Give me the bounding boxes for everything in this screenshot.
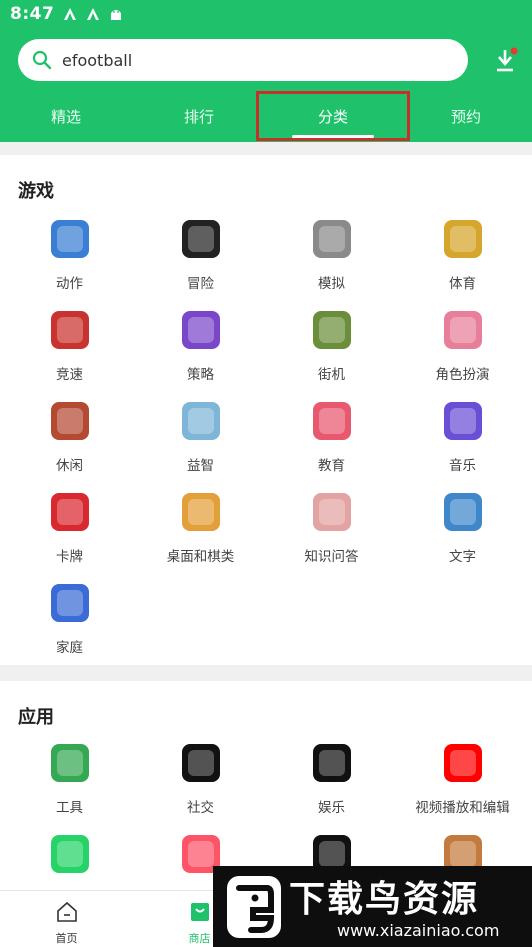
status-bar: 8:47 [10, 2, 123, 26]
minecraft-icon [312, 311, 351, 349]
search-bar[interactable]: efootball [18, 39, 468, 81]
watermark-url: www.xiazainiao.com [337, 921, 500, 940]
category-label: 社交 [187, 800, 214, 816]
nav-home[interactable]: 首页 [0, 891, 133, 946]
category-label: 竞速 [56, 367, 83, 383]
category-item[interactable]: 冒险 [134, 220, 267, 292]
piano-tiles-icon [443, 402, 482, 440]
category-item[interactable]: 桌面和棋类 [134, 493, 267, 565]
category-item[interactable]: 知识问答 [265, 493, 398, 565]
street-racing-icon [50, 311, 89, 349]
hello-kitty-icon [312, 402, 351, 440]
category-item[interactable]: 音乐 [396, 402, 529, 474]
category-label: 音乐 [449, 458, 476, 474]
store-bag-icon [190, 903, 209, 921]
category-label: 体育 [449, 276, 476, 292]
netflix-icon [312, 744, 351, 782]
search-input[interactable]: efootball [62, 51, 132, 70]
android-icon [111, 10, 122, 20]
play-store-icon [50, 744, 89, 782]
youtube-icon [443, 744, 482, 782]
category-item[interactable]: 益智 [134, 402, 267, 474]
word-game-icon [443, 493, 482, 531]
home-icon [56, 901, 77, 922]
status-time: 8:47 [10, 4, 55, 24]
category-label: 教育 [318, 458, 345, 474]
category-label: 动作 [56, 276, 83, 292]
category-item[interactable]: 卡牌 [3, 493, 136, 565]
category-item[interactable]: 家庭 [3, 584, 136, 656]
category-item[interactable]: 视频播放和编辑 [396, 744, 529, 816]
download-icon[interactable] [494, 46, 520, 74]
category-item[interactable]: 体育 [396, 220, 529, 292]
category-label: 角色扮演 [435, 367, 490, 383]
category-label: 益智 [187, 458, 214, 474]
bird-logo-icon [227, 876, 281, 938]
category-item[interactable]: 街机 [265, 311, 398, 383]
category-item[interactable]: 教育 [265, 402, 398, 474]
uno-icon [50, 493, 89, 531]
category-label: 模拟 [318, 276, 345, 292]
category-label: 视频播放和编辑 [415, 800, 510, 816]
tab-featured[interactable]: 精选 [16, 92, 116, 142]
category-item[interactable]: 娱乐 [265, 744, 398, 816]
highlight-box [256, 91, 410, 141]
ludo-icon [181, 493, 220, 531]
category-label: 休闲 [56, 458, 83, 474]
category-label: 桌面和棋类 [166, 549, 235, 565]
tiktok-icon [181, 744, 220, 782]
stickman-icon [181, 402, 220, 440]
category-label: 策略 [187, 367, 214, 383]
category-label: 冒险 [187, 276, 214, 292]
search-icon [32, 50, 52, 70]
category-label: 文字 [449, 549, 476, 565]
category-item[interactable]: 策略 [134, 311, 267, 383]
brain-icon [312, 493, 351, 531]
football-player-icon [443, 220, 482, 258]
racing-car-icon [50, 220, 89, 258]
anime-character-icon [181, 311, 220, 349]
apps-section-title: 应用 [18, 707, 54, 728]
sonic-icon [50, 584, 89, 622]
category-label: 知识问答 [304, 549, 359, 565]
notification-a-icon [64, 8, 77, 20]
category-item[interactable]: 休闲 [3, 402, 136, 474]
category-item[interactable]: 动作 [3, 220, 136, 292]
category-label: 家庭 [56, 640, 83, 656]
category-item[interactable]: 社交 [134, 744, 267, 816]
roblox-icon [181, 220, 220, 258]
category-item[interactable]: 工具 [3, 744, 136, 816]
tab-reservations[interactable]: 预约 [416, 92, 516, 142]
watermark-title: 下载鸟资源 [289, 879, 480, 920]
category-label: 工具 [56, 800, 83, 816]
tab-ranking[interactable]: 排行 [149, 92, 249, 142]
category-label: 街机 [318, 367, 345, 383]
games-section-title: 游戏 [18, 181, 54, 202]
category-item[interactable]: 竞速 [3, 311, 136, 383]
top-header: 8:47 efootball 精选 排行 分类 预约 [0, 0, 532, 142]
section-divider [0, 142, 532, 155]
nav-home-label: 首页 [55, 932, 78, 945]
category-item[interactable]: 文字 [396, 493, 529, 565]
car-icon [312, 220, 351, 258]
watermark-banner: 下载鸟资源 www.xiazainiao.com [213, 866, 532, 947]
notification-a-icon [87, 8, 100, 20]
category-label: 卡牌 [56, 549, 83, 565]
category-label: 娱乐 [318, 800, 345, 816]
category-item[interactable]: 模拟 [265, 220, 398, 292]
fighter-icon [50, 402, 89, 440]
whatsapp-icon [50, 835, 89, 873]
section-divider [0, 665, 532, 681]
category-item[interactable]: 角色扮演 [396, 311, 529, 383]
anime-girl-icon [443, 311, 482, 349]
